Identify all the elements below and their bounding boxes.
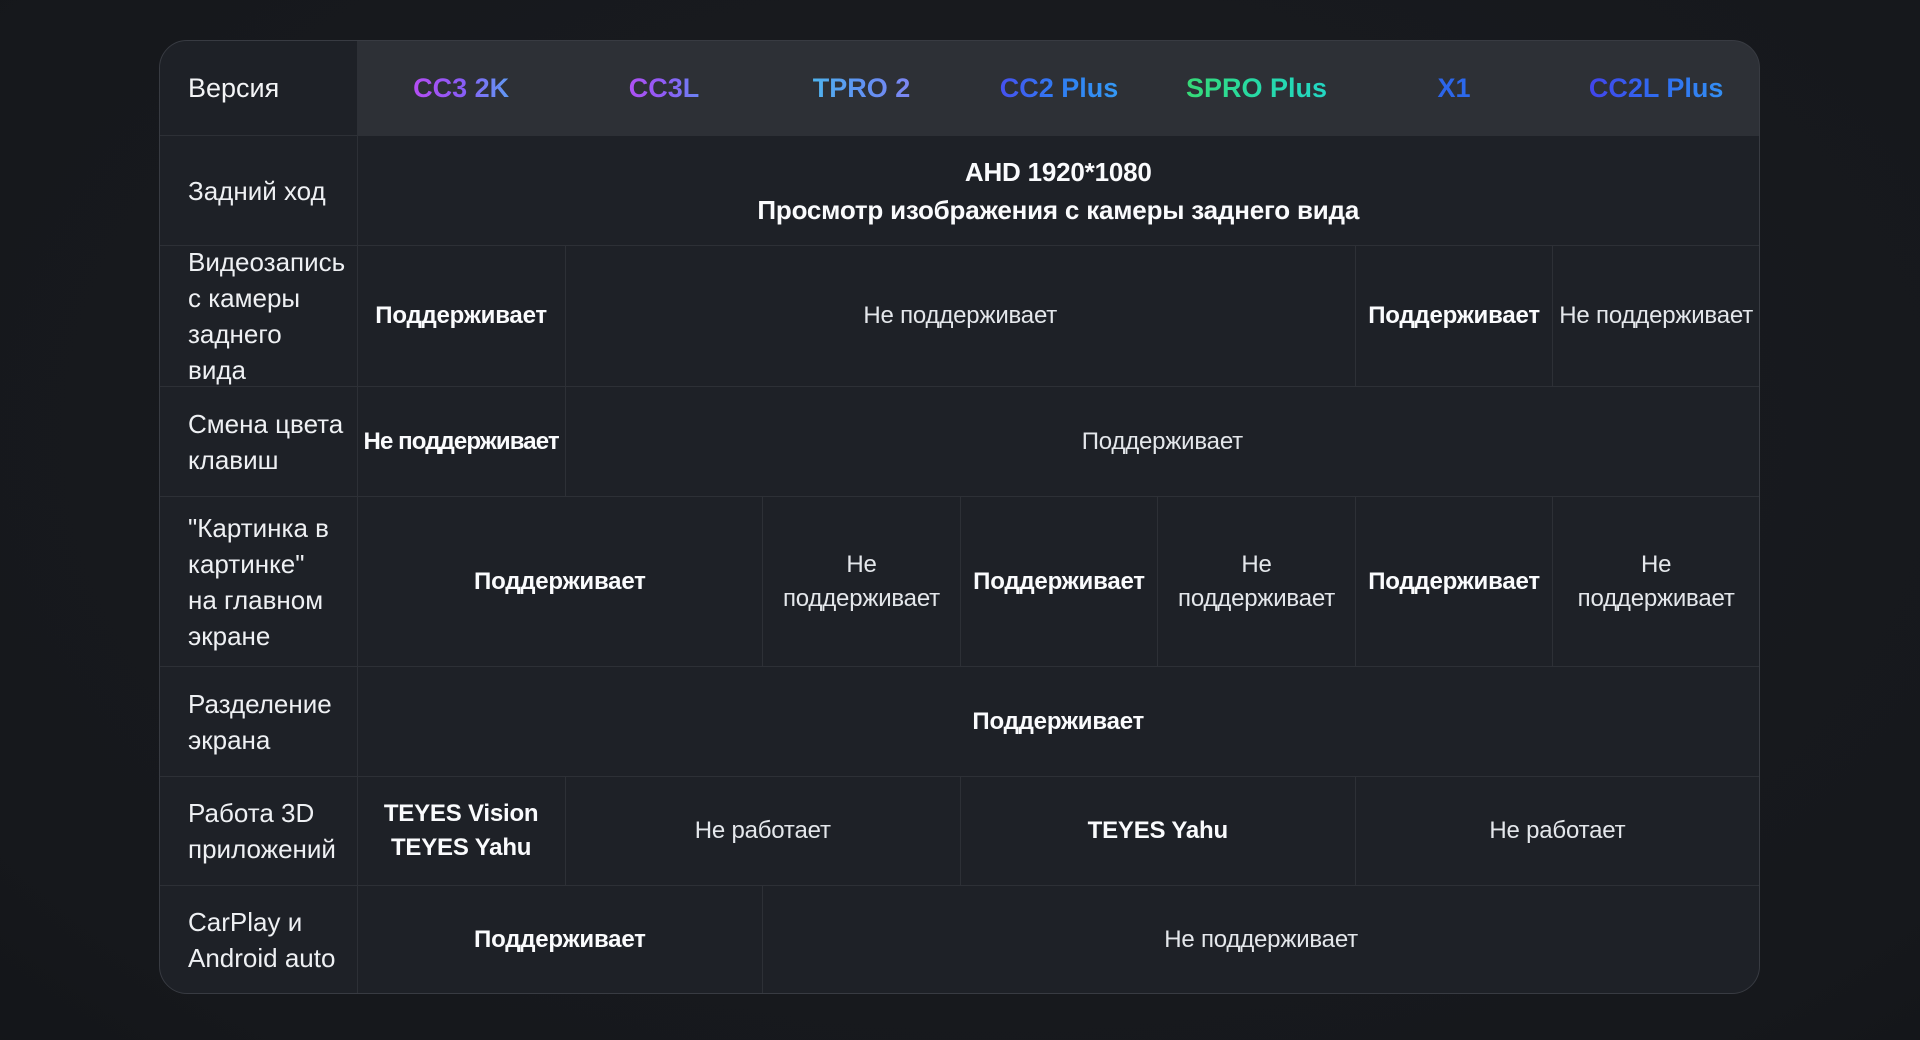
cell-pip-cc3: Поддерживает: [358, 497, 763, 666]
cell-3d-left: Не работает: [566, 777, 960, 885]
product-header-spro-plus: SPRO Plus: [1158, 41, 1355, 135]
product-header-x1: X1: [1356, 41, 1553, 135]
cell-recording-cc2l: Не поддерживает: [1553, 246, 1759, 386]
row-label-3d-apps: Работа 3D приложений: [160, 777, 357, 885]
cell-3d-yahu: TEYES Yahu: [961, 777, 1355, 885]
cell-pip-x1: Поддерживает: [1356, 497, 1553, 666]
product-header-cc2-plus: CC2 Plus: [961, 41, 1158, 135]
cell-carplay-rest: Не поддерживает: [763, 886, 1759, 993]
product-header-cc3-2k: CC3 2K: [358, 41, 565, 135]
cell-pip-spro: Не поддерживает: [1158, 497, 1355, 666]
row-label-pip: "Картинка в картинке" на главном экране: [160, 497, 357, 666]
comparison-table: Версия CC3 2K CC3L TPRO 2 CC2 Plus SPRO …: [159, 40, 1760, 994]
cell-recording-cc3-2k: Поддерживает: [358, 246, 565, 386]
cell-recording-mid: Не поддерживает: [566, 246, 1355, 386]
cell-split-screen-all: Поддерживает: [358, 667, 1759, 776]
row-label-split-screen: Разделение экрана: [160, 667, 357, 776]
row-label-key-color: Смена цвета клавиш: [160, 387, 357, 496]
version-header-cell: Версия: [160, 41, 357, 135]
cell-key-color-rest: Поддерживает: [566, 387, 1759, 496]
row-label-rear-view: Задний ход: [160, 136, 357, 245]
product-header-tpro-2: TPRO 2: [763, 41, 960, 135]
cell-3d-cc3-2k: TEYES Vision TEYES Yahu: [358, 777, 565, 885]
cell-pip-cc2: Поддерживает: [961, 497, 1158, 666]
cell-rear-view-all: AHD 1920*1080 Просмотр изображения с кам…: [358, 136, 1759, 245]
cell-recording-x1: Поддерживает: [1356, 246, 1553, 386]
product-header-cc2l-plus: CC2L Plus: [1553, 41, 1759, 135]
cell-carplay-cc3: Поддерживает: [358, 886, 763, 993]
cell-pip-tpro2: Не поддерживает: [763, 497, 960, 666]
row-label-carplay: CarPlay и Android auto: [160, 886, 357, 993]
cell-3d-right: Не работает: [1356, 777, 1759, 885]
cell-key-color-cc3-2k: Не поддерживает: [358, 387, 565, 496]
product-header-cc3l: CC3L: [566, 41, 763, 135]
row-label-rear-camera-recording: Видеозапись с камеры заднего вида: [160, 246, 357, 386]
cell-pip-cc2l: Не поддерживает: [1553, 497, 1759, 666]
